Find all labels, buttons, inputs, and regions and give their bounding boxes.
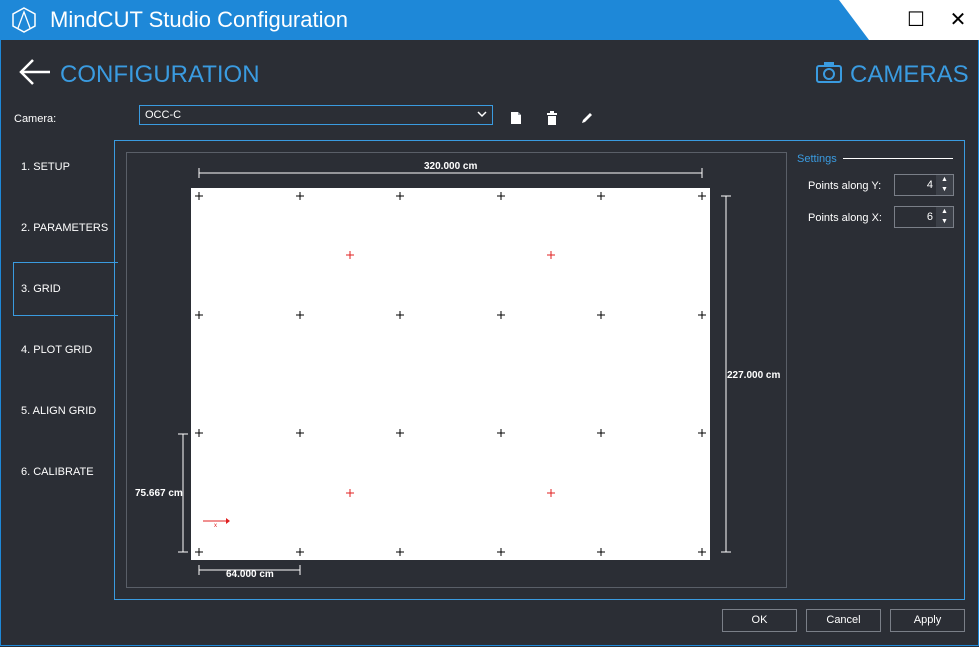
cancel-button[interactable]: Cancel xyxy=(806,609,881,632)
grid-point-marker xyxy=(296,429,304,437)
points-x-label: Points along X: xyxy=(808,212,882,224)
grid-point-marker xyxy=(195,311,203,319)
grid-point-marker xyxy=(195,548,203,556)
grid-point-marker xyxy=(597,311,605,319)
grid-point-marker xyxy=(497,311,505,319)
settings-title: Settings xyxy=(797,153,837,165)
settings-divider xyxy=(843,158,953,159)
grid-point-marker xyxy=(597,192,605,200)
grid-point-marker xyxy=(296,548,304,556)
grid-point-marker xyxy=(396,548,404,556)
grid-markers xyxy=(195,192,706,556)
points-y-stepper[interactable]: 4 ▲ ▼ xyxy=(894,174,954,196)
grid-point-marker xyxy=(698,429,706,437)
points-y-down-icon[interactable]: ▼ xyxy=(936,185,953,195)
grid-point-marker xyxy=(698,192,706,200)
grid-point-marker xyxy=(195,429,203,437)
highlight-point-marker xyxy=(346,251,354,259)
highlight-point-marker xyxy=(547,489,555,497)
points-x-stepper[interactable]: 6 ▲ ▼ xyxy=(894,206,954,228)
points-x-down-icon[interactable]: ▼ xyxy=(936,217,953,227)
ok-button[interactable]: OK xyxy=(722,609,797,632)
grid-point-marker xyxy=(698,311,706,319)
grid-point-marker xyxy=(396,192,404,200)
grid-point-marker xyxy=(296,311,304,319)
points-y-up-icon[interactable]: ▲ xyxy=(936,175,953,185)
grid-point-marker xyxy=(597,429,605,437)
grid-point-marker xyxy=(698,548,706,556)
grid-point-marker xyxy=(396,429,404,437)
highlight-point-marker xyxy=(547,251,555,259)
points-x-up-icon[interactable]: ▲ xyxy=(936,207,953,217)
grid-point-marker xyxy=(396,311,404,319)
grid-point-marker xyxy=(597,548,605,556)
grid-point-marker xyxy=(497,192,505,200)
points-x-value: 6 xyxy=(926,211,933,223)
grid-point-marker xyxy=(497,548,505,556)
apply-button[interactable]: Apply xyxy=(890,609,965,632)
grid-point-marker xyxy=(195,192,203,200)
points-y-value: 4 xyxy=(926,179,933,191)
highlight-point-marker xyxy=(346,489,354,497)
grid-point-marker xyxy=(497,429,505,437)
grid-point-marker xyxy=(296,192,304,200)
points-y-label: Points along Y: xyxy=(808,180,882,192)
